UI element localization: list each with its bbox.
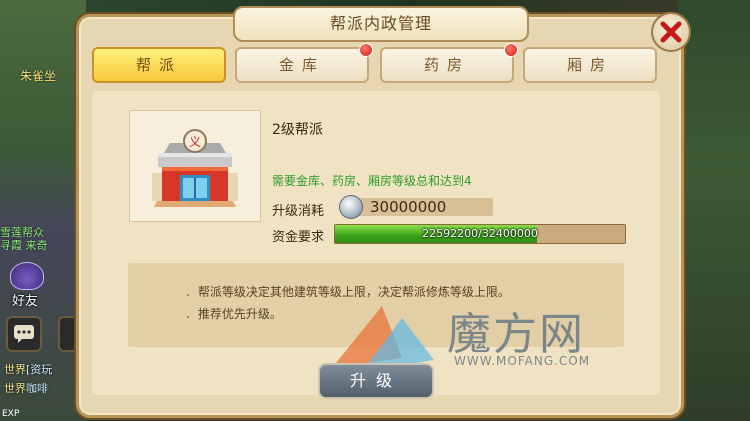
player-name: 朱雀坐 [20,69,57,83]
tab-guild[interactable]: 帮派 [92,47,226,83]
friend-label: 好友 [12,294,39,309]
guild-info: 雪莲帮众 寻霞 来奇 [0,226,48,252]
info-bullet: . [186,307,190,321]
tab-wing-room[interactable]: 厢房 [523,47,657,83]
info-line: . 推荐优先升级。 [186,305,282,322]
info-text: 推荐优先升级。 [197,307,282,321]
left-hud: 朱雀坐 雪莲帮众 寻霞 来奇 好友 世界[资玩 世界咖啡 EXP [0,0,86,421]
panel-title: 帮派内政管理 [233,6,529,42]
chat-button[interactable] [6,316,42,352]
tab-label: 厢房 [566,56,613,74]
tab-treasury[interactable]: 金库 [235,43,373,83]
upgrade-label: 升级 [349,371,402,390]
cost-value: 30000000 [370,198,447,216]
notification-dot [504,43,518,57]
game-scene: 朱雀坐 雪莲帮众 寻霞 来奇 好友 世界[资玩 世界咖啡 EXP 帮派内政管理 … [0,0,750,421]
fund-progress-bar: 22592200/32400000 [334,224,626,244]
friend-button[interactable]: 好友 [4,262,50,312]
info-bullet: . [186,285,190,299]
tab-pharmacy[interactable]: 药房 [380,43,518,83]
right-scenery [678,0,750,421]
fund-label: 资金要求 [272,230,325,245]
level-title: 2级帮派 [272,122,323,138]
upgrade-requirement: 需要金库、药房、厢房等级总和达到4 [272,174,472,188]
upgrade-button[interactable]: 升级 [318,363,434,399]
info-text: 帮派等级决定其他建筑等级上限，决定帮派修炼等级上限。 [197,285,510,299]
notification-dot [359,43,373,57]
chat-icon [14,325,34,343]
svg-text:义: 义 [189,135,201,149]
guild-line: 寻霞 来奇 [0,239,48,252]
info-line: . 帮派等级决定其他建筑等级上限，决定帮派修炼等级上限。 [186,283,510,300]
silver-coin-icon [339,195,363,219]
tab-label: 药房 [423,56,470,74]
world-chat-line: 世界咖啡 [4,382,48,395]
building-image-frame: 义 [129,110,261,222]
close-icon [660,21,682,43]
guild-line: 雪莲帮众 [0,226,44,239]
world-chat-line: 世界[资玩 [4,363,53,376]
friend-icon [10,262,44,290]
exp-label: EXP [2,409,20,419]
info-box: . 帮派等级决定其他建筑等级上限，决定帮派修炼等级上限。 . 推荐优先升级。 [128,263,624,347]
close-button[interactable] [651,12,691,52]
tab-label: 金库 [278,56,325,74]
guild-hall-icon: 义 [152,129,238,207]
cost-label: 升级消耗 [272,204,325,219]
fund-progress-text: 22592200/32400000 [422,227,538,240]
tab-label: 帮派 [135,56,182,74]
